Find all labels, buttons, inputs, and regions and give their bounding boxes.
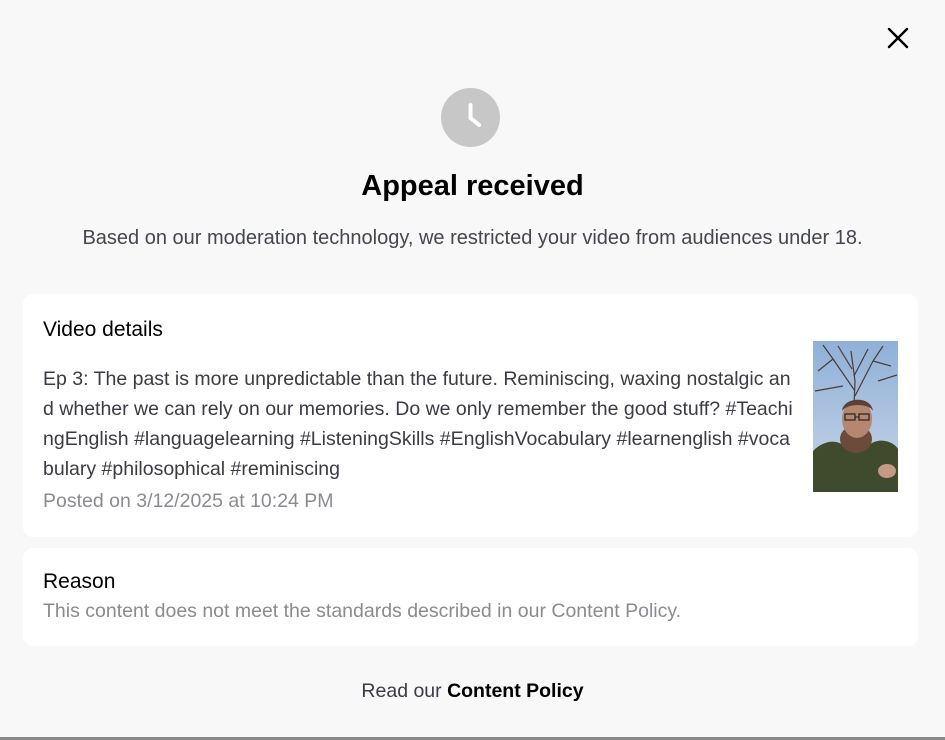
reason-heading: Reason — [43, 570, 116, 593]
page-title: Appeal received — [361, 170, 584, 202]
video-details-heading: Video details — [43, 318, 163, 341]
reason-text: This content does not meet the standards… — [43, 600, 682, 622]
posted-date: Posted on 3/12/2025 at 10:24 PM — [43, 490, 334, 512]
video-details-card: Video details Ep 3: The past is more unp… — [23, 294, 918, 537]
appeal-modal: Appeal received Based on our moderation … — [0, 0, 945, 740]
close-button[interactable] — [884, 24, 912, 52]
close-icon — [887, 27, 909, 49]
video-description: Ep 3: The past is more unpredictable tha… — [43, 368, 793, 480]
reason-card: Reason This content does not meet the st… — [23, 548, 918, 646]
clock-icon — [441, 88, 500, 147]
footer-prefix: Read our — [361, 680, 448, 702]
content-policy-link[interactable]: Content Policy — [447, 680, 584, 702]
footer: Read our Content Policy — [0, 680, 945, 703]
page-subtitle: Based on our moderation technology, we r… — [82, 227, 863, 249]
video-thumbnail[interactable] — [813, 341, 898, 492]
